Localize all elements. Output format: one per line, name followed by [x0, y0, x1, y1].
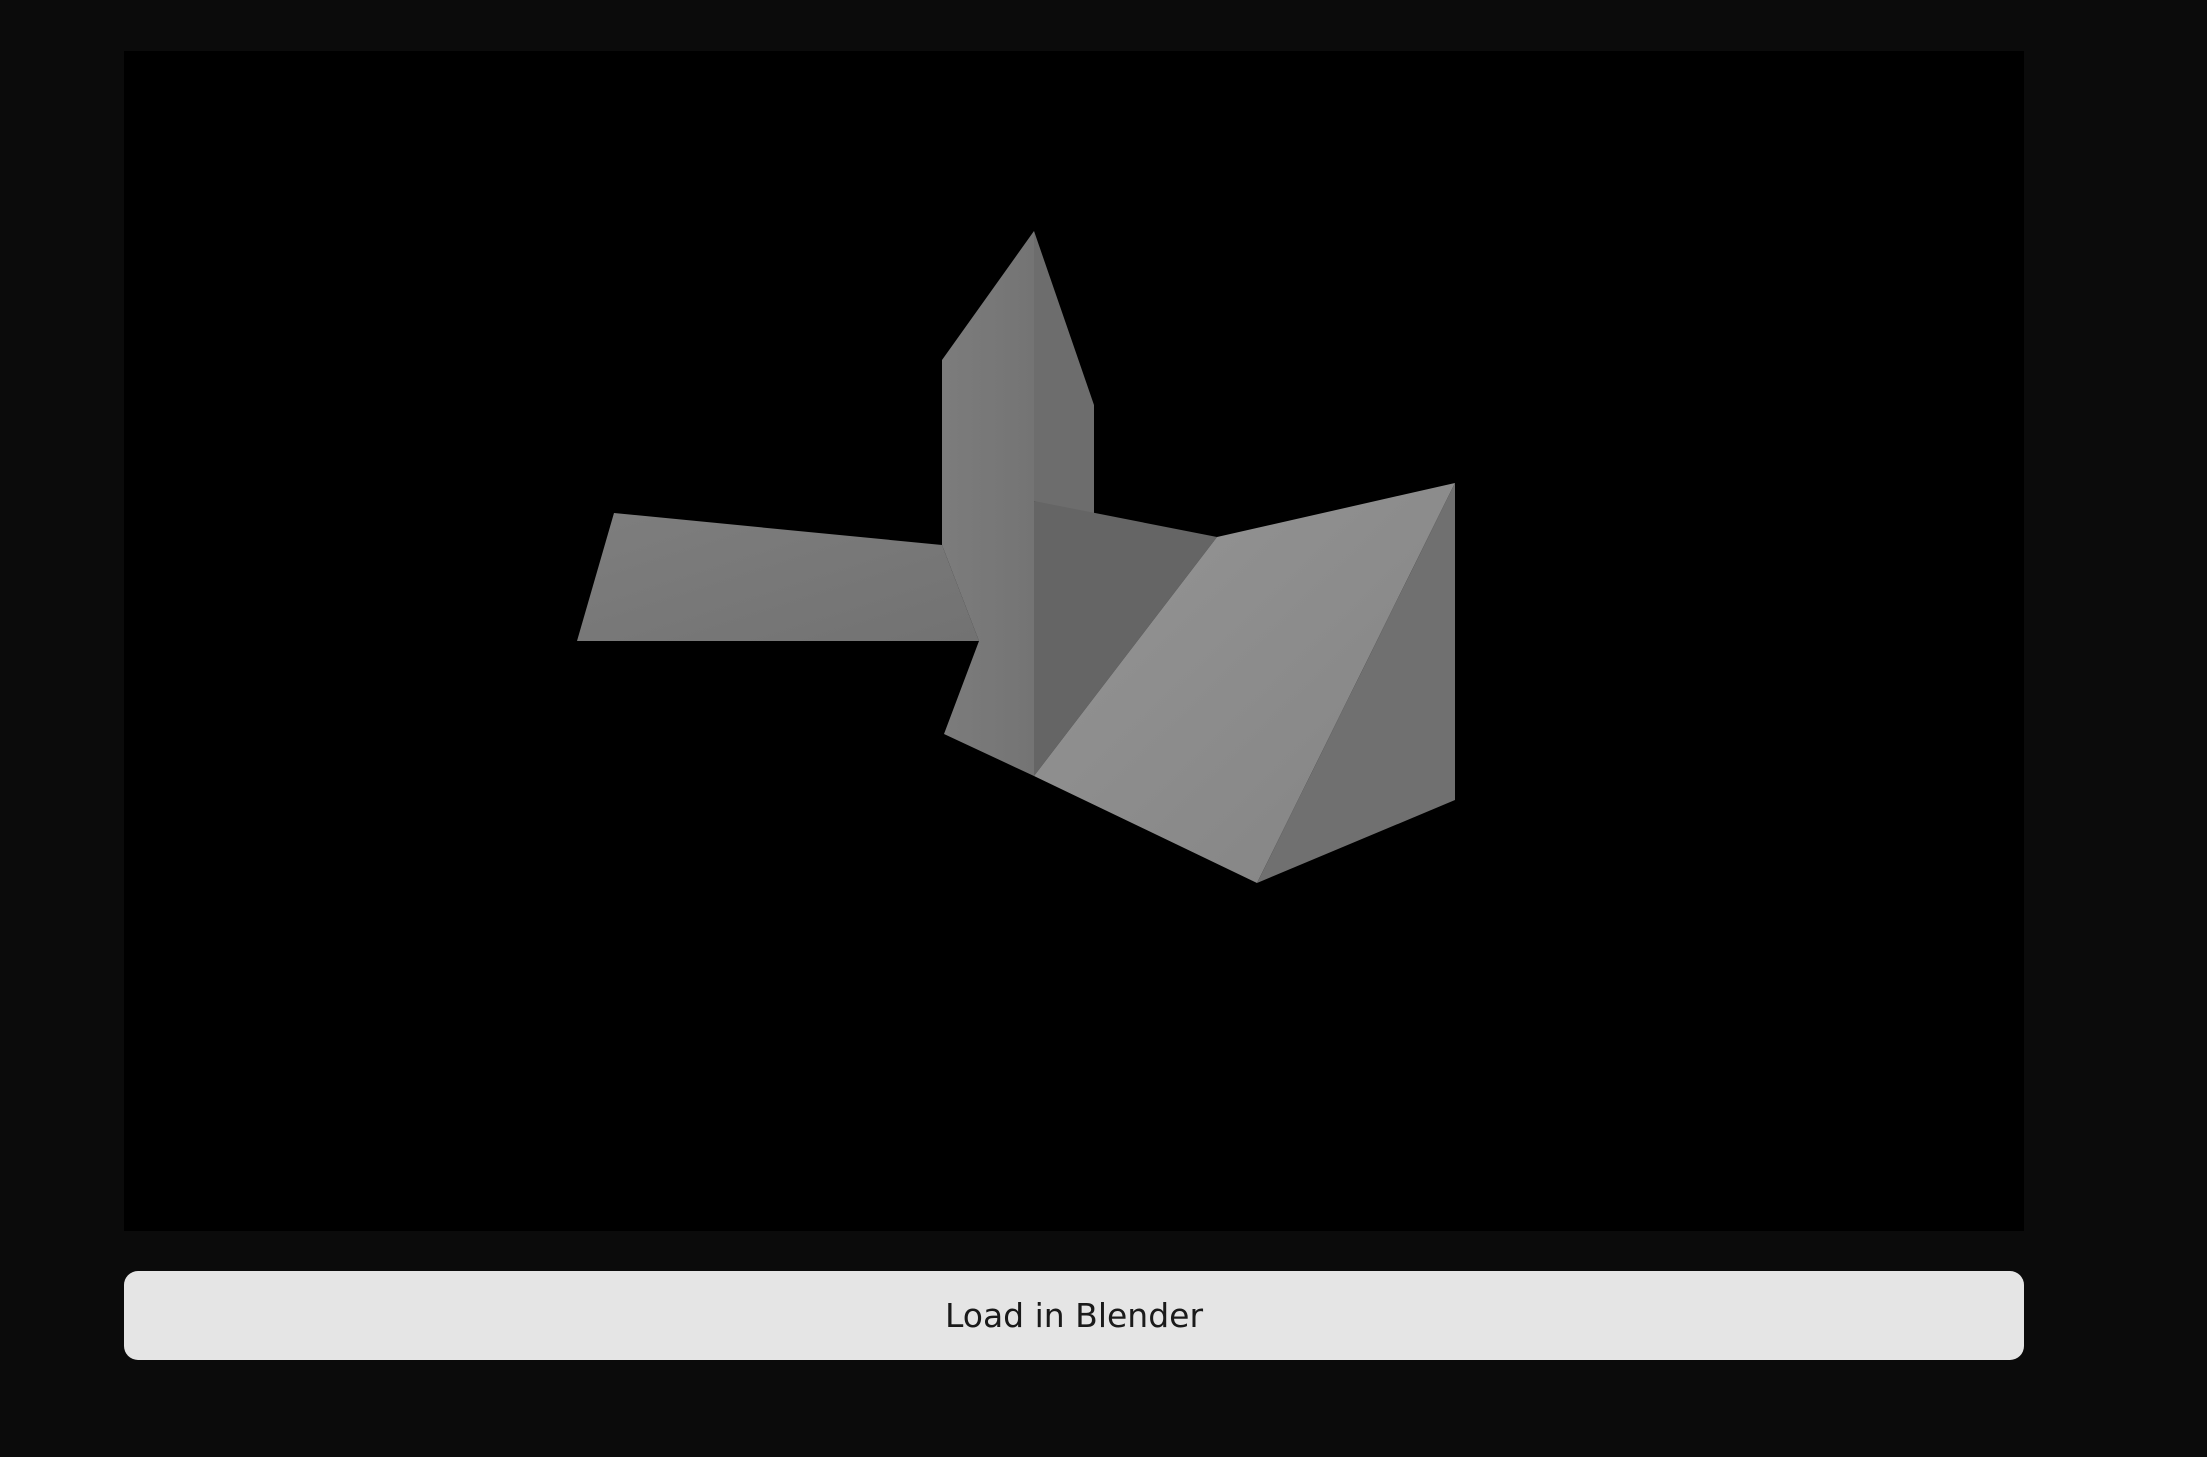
- fin-front-face: [942, 231, 1034, 776]
- 3d-viewport[interactable]: [124, 51, 2024, 1231]
- 3d-model-render: [577, 231, 1455, 883]
- fin-back-face: [1034, 231, 1094, 521]
- wing-left-face: [577, 513, 979, 641]
- load-in-blender-button[interactable]: Load in Blender: [124, 1271, 2024, 1360]
